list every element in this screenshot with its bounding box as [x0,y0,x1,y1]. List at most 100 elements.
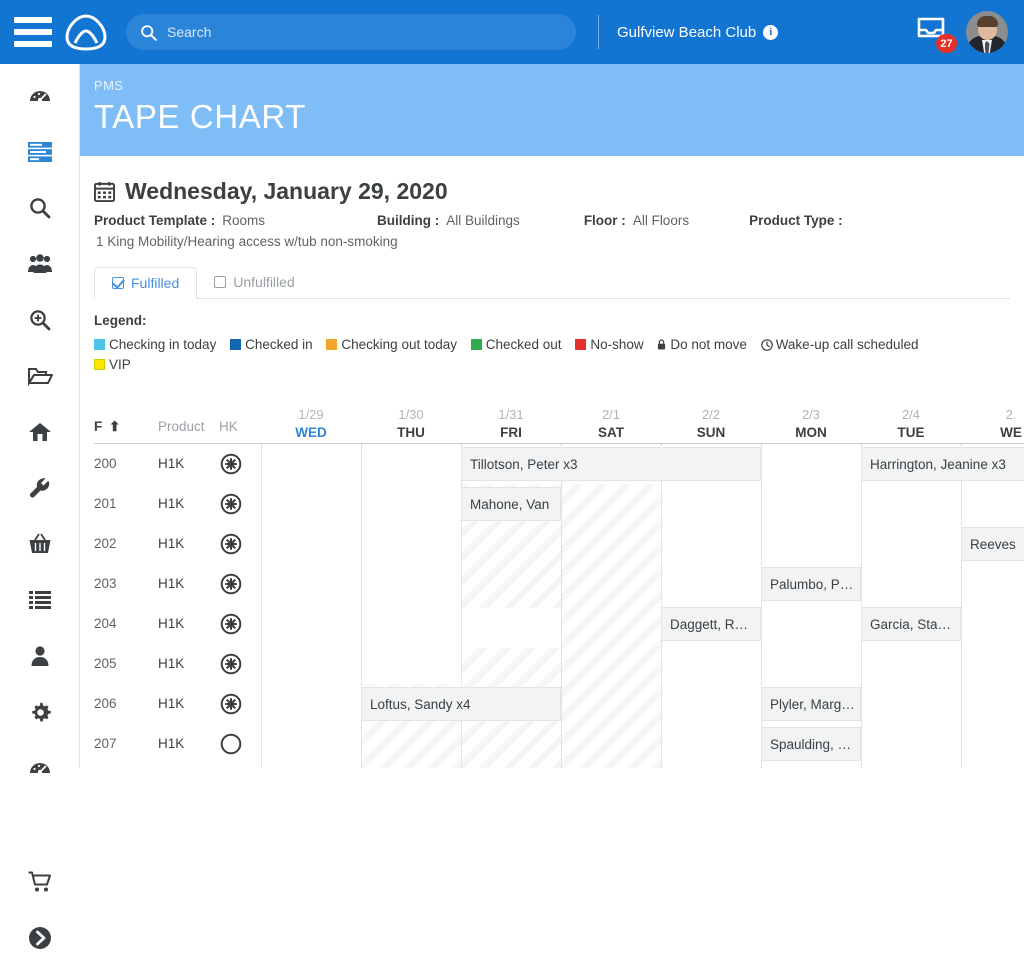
grid-body: 200 H1K 201 H1K 202 H1K 203 H1K 204 H1K … [94,444,1024,768]
product-subtitle: 1 King Mobility/Hearing access w/tub non… [96,234,398,249]
table-row[interactable]: 205 H1K [94,644,1024,684]
day-date: 1/29 [298,407,324,422]
top-bar: Search Gulfview Beach Club i 27 [0,0,1024,64]
sidebar-item-inventory[interactable] [0,524,80,564]
day-column-header[interactable]: 1/29 WED [261,406,361,444]
hk-status-dirty-icon[interactable] [220,693,242,715]
reservation-block[interactable]: Reeves [961,527,1024,561]
sidebar-item-tape-chart[interactable] [0,132,80,172]
day-date: 2. [1005,407,1017,422]
property-selector[interactable]: Gulfview Beach Club i [617,23,779,41]
tab-unfulfilled[interactable]: Unfulfilled [197,266,311,298]
table-row[interactable]: 203 H1K [94,564,1024,604]
sidebar-item-search[interactable] [0,188,80,228]
sidebar-item-maintenance[interactable] [0,468,80,508]
day-weekday: THU [397,425,425,440]
day-weekday: MON [795,425,827,440]
legend-item-checked-in: Checked in [230,337,316,352]
legend-item-checking-in-today: Checking in today [94,337,220,352]
person-icon [31,646,49,666]
reservation-block[interactable]: Daggett, R… [661,607,761,641]
sidebar-item-reports[interactable] [0,580,80,620]
sidebar-item-dashboard[interactable] [0,76,80,116]
sidebar-item-performance[interactable] [0,748,80,788]
avatar[interactable] [966,11,1008,53]
chevron-right-circle-icon [29,927,51,949]
table-row[interactable]: 207 H1K [94,724,1024,764]
selected-date: Wednesday, January 29, 2020 [125,178,448,204]
column-header-product[interactable]: Product [158,419,205,434]
sidebar-item-lookup[interactable] [0,300,80,340]
hk-status-clean-icon[interactable] [220,733,242,755]
reservation-block[interactable]: Garcia, Sta… [861,607,961,641]
tape-chart-grid: F ⬆ Product HK 1/29 WED 1/30 THU 1/31 FR… [94,406,1024,768]
hk-status-dirty-icon[interactable] [220,533,242,555]
day-column-header[interactable]: 1/31 FRI [461,406,561,444]
column-header-floor[interactable]: F ⬆ [94,419,120,435]
legend-swatch [94,359,105,370]
room-number: 203 [94,576,117,591]
day-column-header[interactable]: 1/30 THU [361,406,461,444]
sidebar-item-housekeeping[interactable] [0,412,80,452]
sidebar-item-settings[interactable] [0,692,80,732]
day-column-header[interactable]: 2/1 SAT [561,406,661,444]
product-template-value[interactable]: Rooms [222,213,265,228]
hk-status-dirty-icon[interactable] [220,653,242,675]
cloud-logo-icon[interactable] [62,10,110,54]
property-name: Gulfview Beach Club [617,23,757,41]
reservation-block[interactable]: Harrington, Jeanine x3 [861,447,1024,481]
open-folder-icon [28,368,53,387]
legend-item-vip: VIP [94,357,131,372]
day-column-header[interactable]: 2/2 SUN [661,406,761,444]
floor-value[interactable]: All Floors [633,213,689,228]
info-icon[interactable]: i [763,24,779,40]
list-lines-icon [29,591,51,609]
reservation-block[interactable]: Plyler, Marg… [761,687,861,721]
lock-icon [658,339,666,350]
day-column-header[interactable]: 2/3 MON [761,406,861,444]
reservation-block[interactable]: Palumbo, P… [761,567,861,601]
search-input[interactable]: Search [126,14,576,50]
day-column-header[interactable]: 2/4 TUE [861,406,961,444]
reservation-block[interactable]: Mahone, Van [461,487,561,521]
legend-item-wakeup-call: Wake-up call scheduled [760,337,919,352]
tab-fulfilled[interactable]: Fulfilled [94,267,198,299]
hk-status-dirty-icon[interactable] [220,573,242,595]
legend-label: No-show [590,337,644,352]
day-column-header[interactable]: 2. WE [961,406,1024,444]
hk-status-dirty-icon[interactable] [220,453,242,475]
table-row[interactable]: 202 H1K [94,524,1024,564]
page-header: PMS TAPE CHART [80,64,1024,156]
legend-label: Checking in today [109,337,217,352]
hamburger-icon[interactable] [14,17,52,47]
magnifier-icon [30,198,51,219]
legend-swatch [575,339,587,350]
day-date: 2/2 [701,407,721,422]
stacked-bars-icon [28,142,52,162]
day-weekday: WE [1000,425,1022,440]
inbox-icon[interactable]: 27 [914,15,957,53]
building-value[interactable]: All Buildings [446,213,520,228]
product-code: H1K [158,656,185,671]
room-number: 206 [94,696,117,711]
reservation-block[interactable]: Tillotson, Peter x3 [461,447,761,481]
sidebar-item-folders[interactable] [0,356,80,396]
column-header-hk[interactable]: HK [219,419,238,434]
legend-item-do-not-move: Do not move [657,337,750,352]
legend-label: VIP [109,357,131,372]
filter-bar: Product Template : Rooms Building : All … [80,205,1024,228]
legend-swatch [470,339,482,350]
hk-status-dirty-icon[interactable] [220,493,242,515]
hk-status-dirty-icon[interactable] [220,613,242,635]
sidebar-item-profiles[interactable] [0,636,80,676]
column-header-floor-label: F [94,419,103,434]
gear-icon [31,701,51,722]
sidebar-item-guests[interactable] [0,244,80,284]
legend-title: Legend: [94,313,147,328]
sidebar-item-pos[interactable] [0,862,80,902]
reservation-block[interactable]: Spaulding, … [761,727,861,761]
calendar-icon[interactable] [94,181,115,202]
day-date: 2/1 [601,407,621,422]
reservation-block[interactable]: Loftus, Sandy x4 [361,687,561,721]
sidebar-item-expand[interactable] [0,918,80,958]
